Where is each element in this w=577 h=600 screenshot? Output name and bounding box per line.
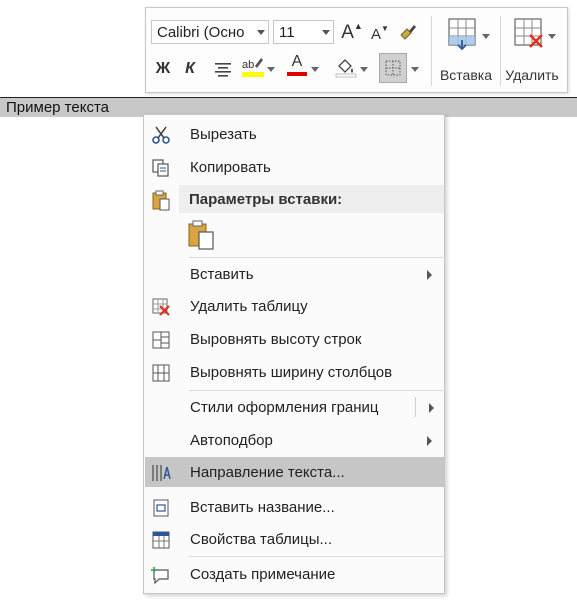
align-center-icon [215,63,231,77]
menu-item-label: Автоподбор [190,432,273,449]
menu-item-autofit[interactable]: Автоподбор [145,425,444,455]
chevron-right-icon [429,403,434,413]
grow-font-button[interactable]: A ▲ [340,21,364,45]
bold-icon: Ж [155,60,171,77]
menu-separator [189,556,443,557]
format-painter-icon [400,25,416,40]
distribute-rows-icon [150,329,172,351]
center-align-button[interactable] [211,57,235,81]
menu-item-distribute-columns[interactable]: Выровнять ширину столбцов [145,357,444,387]
font-size-value: 11 [279,24,295,41]
document-text[interactable]: Пример текста [6,99,109,116]
context-menu: Вырезать Копировать Параметры вставки: В… [143,114,445,594]
chevron-right-icon [427,436,432,446]
table-properties-icon [150,529,172,551]
font-color-button[interactable]: A [285,53,309,77]
paste-options-label: Параметры вставки: [189,191,343,208]
svg-text:ab: ab [242,59,254,71]
new-comment-icon [150,564,172,586]
insert-table-button[interactable]: Вставка [436,14,496,88]
insert-dropdown-icon[interactable] [482,34,490,39]
delete-table-icon [150,296,172,318]
shrink-font-button[interactable]: A ▼ [368,22,392,46]
chevron-right-icon [427,270,432,280]
font-name-combo[interactable]: Calibri (Осно [151,20,269,44]
delete-label: Удалить [505,67,559,83]
menu-item-label: Вставить название... [190,499,335,516]
chevron-down-icon[interactable] [322,30,330,35]
menu-separator [189,390,443,391]
copy-icon [150,157,172,179]
menu-item-copy[interactable]: Копировать [145,152,444,182]
insert-label: Вставка [439,67,493,83]
insert-caption-icon [150,497,172,519]
menu-item-label: Выровнять высоту строк [190,331,362,348]
font-color-dropdown-icon[interactable] [311,67,319,72]
menu-item-label: Вставить [190,266,254,283]
delete-table-button[interactable]: Удалить [502,14,562,88]
borders-icon [385,60,401,76]
menu-item-border-styles[interactable]: Стили оформления границ [145,392,444,422]
toolbar-separator [431,16,432,86]
menu-item-insert-caption[interactable]: Вставить название... [145,492,444,522]
format-painter-button[interactable] [396,20,420,44]
paste-keep-formatting-button[interactable] [186,219,220,251]
highlight-button[interactable]: ab [241,55,265,79]
distribute-columns-icon [150,362,172,384]
bold-button[interactable]: Ж [151,57,175,81]
font-size-combo[interactable]: 11 [273,20,334,44]
borders-dropdown-icon[interactable] [411,67,419,72]
clipboard-icon [150,189,172,211]
menu-item-label: Стили оформления границ [190,399,379,416]
borders-button[interactable] [379,53,407,83]
font-name-value: Calibri (Осно [157,24,245,41]
split-separator [415,397,416,417]
menu-item-insert[interactable]: Вставить [145,259,444,289]
grow-font-icon: A [341,22,354,43]
chevron-down-icon[interactable] [257,30,265,35]
menu-item-label: Создать примечание [190,566,336,583]
menu-item-label: Свойства таблицы... [190,531,333,548]
menu-item-label: Направление текста... [190,464,345,481]
delete-table-icon [514,18,543,48]
font-color-swatch [287,72,307,76]
shading-button[interactable] [334,55,358,79]
italic-button[interactable]: К [178,57,202,81]
paste-options-header: Параметры вставки: [179,185,444,213]
insert-table-icon [448,18,476,51]
menu-item-label: Удалить таблицу [190,298,308,315]
highlighter-icon: ab [242,58,264,77]
menu-item-label: Копировать [190,159,271,176]
menu-item-label: Выровнять ширину столбцов [190,364,393,381]
menu-item-delete-table[interactable]: Удалить таблицу [145,291,444,321]
paste-icon [188,220,214,250]
mini-toolbar: Calibri (Осно 11 A ▲ A ▼ Ж К ab A Вставк… [145,7,568,93]
font-color-icon: A [291,53,303,70]
italic-icon: К [185,60,195,77]
delete-dropdown-icon[interactable] [548,34,556,39]
menu-item-new-comment[interactable]: Создать примечание [145,559,444,589]
text-direction-icon [150,462,172,484]
shrink-font-icon: A [371,25,382,43]
scissors-icon [150,124,172,146]
menu-separator [189,257,443,258]
shading-dropdown-icon[interactable] [360,67,368,72]
menu-item-text-direction[interactable]: Направление текста... [145,457,444,487]
toolbar-separator [500,16,501,86]
menu-item-distribute-rows[interactable]: Выровнять высоту строк [145,324,444,354]
menu-item-table-properties[interactable]: Свойства таблицы... [145,524,444,554]
menu-item-cut[interactable]: Вырезать [145,119,444,149]
paint-bucket-icon [335,59,357,78]
menu-item-label: Вырезать [190,126,257,143]
highlight-dropdown-icon[interactable] [267,67,275,72]
